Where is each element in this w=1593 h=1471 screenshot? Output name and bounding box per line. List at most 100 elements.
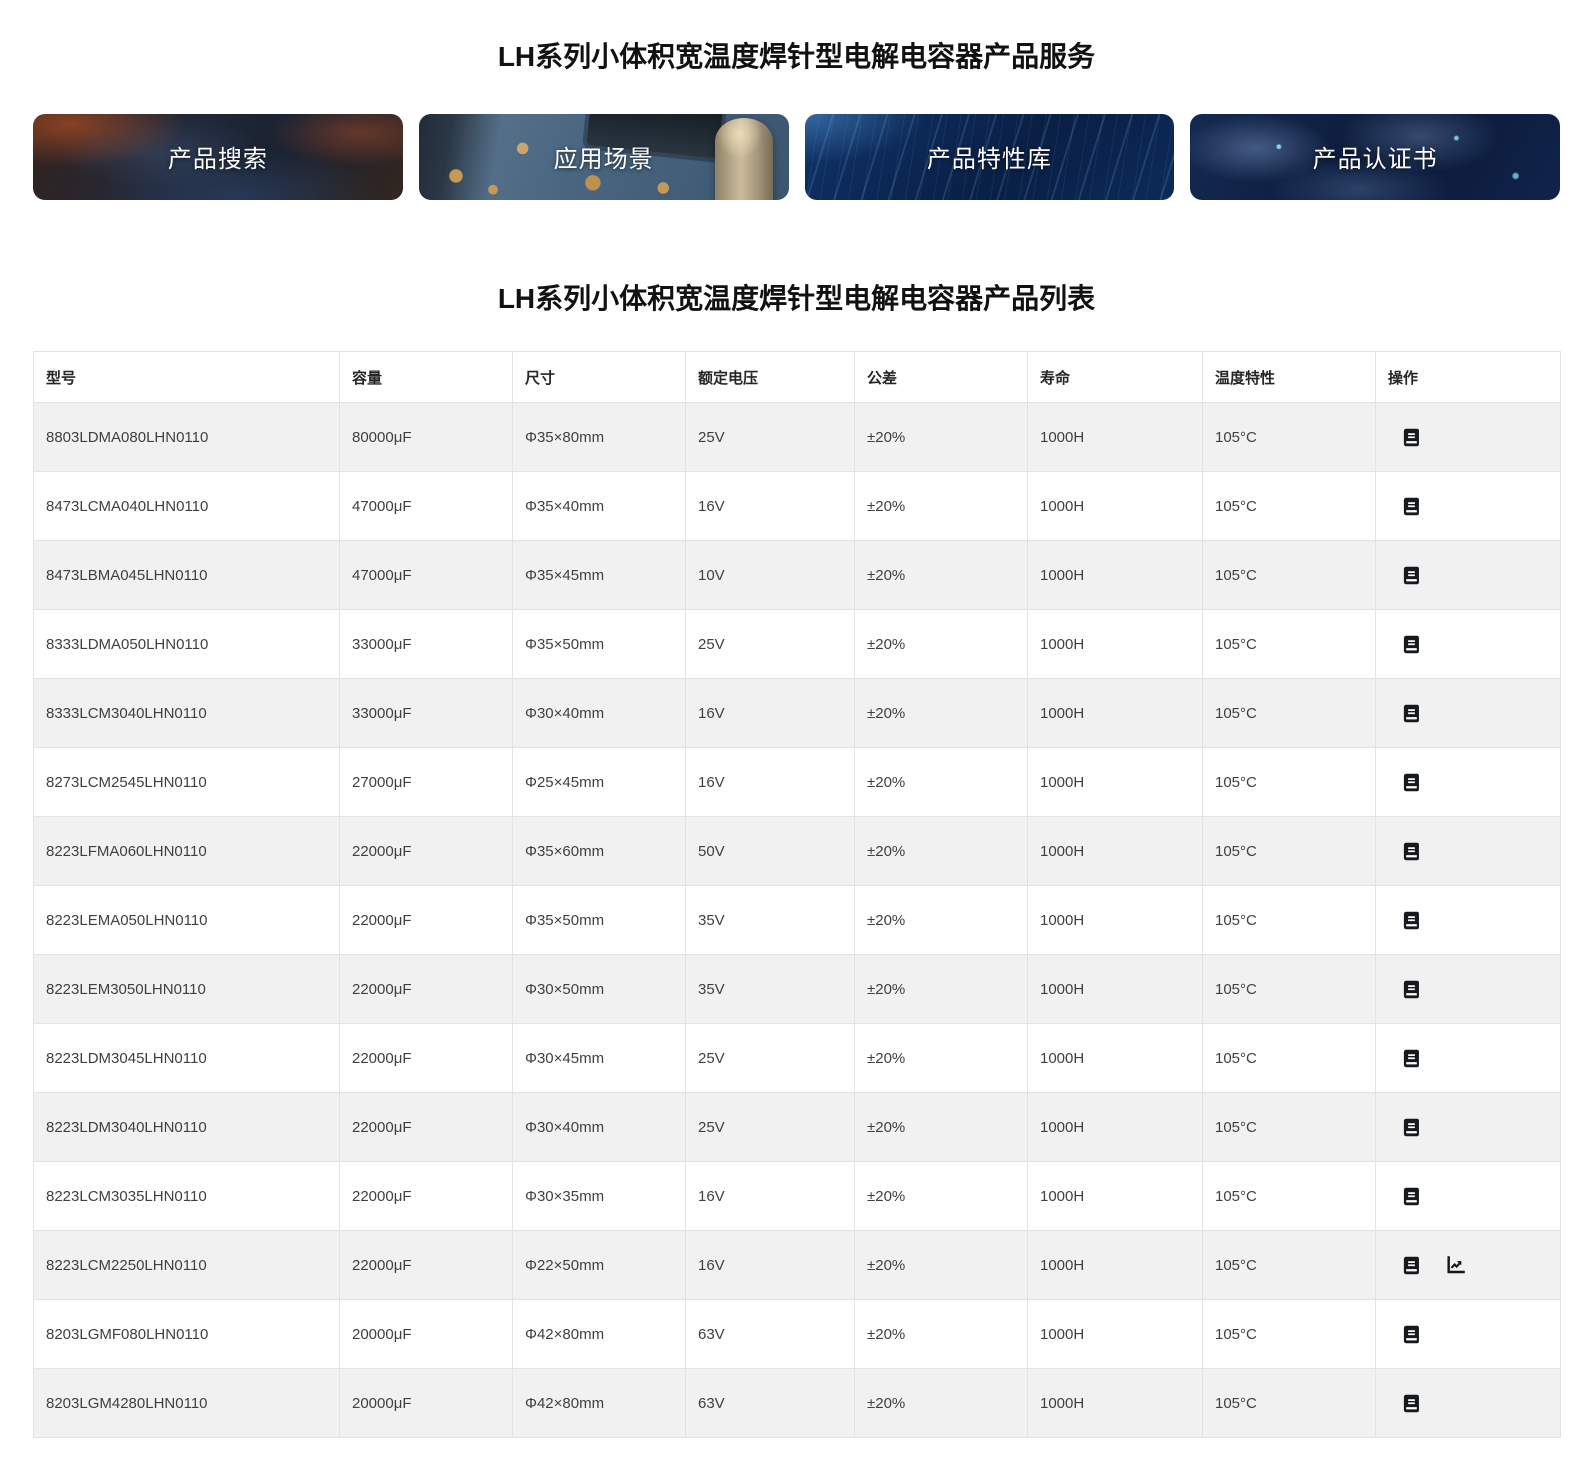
tolerance-cell: ±20% xyxy=(855,1231,1028,1300)
col-header-rated-voltage: 额定电压 xyxy=(686,352,855,403)
size-cell: Φ25×45mm xyxy=(513,748,686,817)
temperature-cell: 105°C xyxy=(1203,1093,1376,1162)
datasheet-book-icon[interactable] xyxy=(1400,1185,1422,1207)
rated-voltage-cell: 16V xyxy=(686,679,855,748)
actions-cell xyxy=(1376,403,1561,472)
product-row: 8223LEMA050LHN0110 22000μF Φ35×50mm 35V … xyxy=(34,886,1561,955)
capacity-cell: 20000μF xyxy=(340,1369,513,1438)
product-list-title: LH系列小体积宽温度焊针型电解电容器产品列表 xyxy=(0,282,1593,316)
actions-cell xyxy=(1376,472,1561,541)
nav-card-product-search-label: 产品搜索 xyxy=(168,139,268,174)
datasheet-book-icon[interactable] xyxy=(1400,1047,1422,1069)
service-page-title: LH系列小体积宽温度焊针型电解电容器产品服务 xyxy=(0,40,1593,74)
actions-cell xyxy=(1376,1369,1561,1438)
size-cell: Φ30×40mm xyxy=(513,679,686,748)
tolerance-cell: ±20% xyxy=(855,403,1028,472)
temperature-cell: 105°C xyxy=(1203,817,1376,886)
lifetime-cell: 1000H xyxy=(1028,1300,1203,1369)
product-row: 8223LEM3050LHN0110 22000μF Φ30×50mm 35V … xyxy=(34,955,1561,1024)
temperature-cell: 105°C xyxy=(1203,1024,1376,1093)
temperature-cell: 105°C xyxy=(1203,1162,1376,1231)
datasheet-book-icon[interactable] xyxy=(1400,633,1422,655)
lifetime-cell: 1000H xyxy=(1028,1093,1203,1162)
nav-card-product-certificates[interactable]: 产品认证书 xyxy=(1190,114,1560,200)
size-cell: Φ35×45mm xyxy=(513,541,686,610)
rated-voltage-cell: 16V xyxy=(686,748,855,817)
model-cell: 8473LBMA045LHN0110 xyxy=(34,541,340,610)
datasheet-book-icon[interactable] xyxy=(1400,1116,1422,1138)
rated-voltage-cell: 25V xyxy=(686,1024,855,1093)
product-row: 8203LGMF080LHN0110 20000μF Φ42×80mm 63V … xyxy=(34,1300,1561,1369)
datasheet-book-icon[interactable] xyxy=(1400,978,1422,1000)
col-header-size: 尺寸 xyxy=(513,352,686,403)
capacity-cell: 22000μF xyxy=(340,1162,513,1231)
lifetime-cell: 1000H xyxy=(1028,472,1203,541)
datasheet-book-icon[interactable] xyxy=(1400,426,1422,448)
datasheet-book-icon[interactable] xyxy=(1400,495,1422,517)
product-row: 8223LDM3045LHN0110 22000μF Φ30×45mm 25V … xyxy=(34,1024,1561,1093)
tolerance-cell: ±20% xyxy=(855,955,1028,1024)
capacity-cell: 22000μF xyxy=(340,886,513,955)
datasheet-book-icon[interactable] xyxy=(1400,1254,1422,1276)
tolerance-cell: ±20% xyxy=(855,1162,1028,1231)
actions-cell xyxy=(1376,1300,1561,1369)
datasheet-book-icon[interactable] xyxy=(1400,564,1422,586)
capacity-cell: 22000μF xyxy=(340,1093,513,1162)
product-row: 8223LDM3040LHN0110 22000μF Φ30×40mm 25V … xyxy=(34,1093,1561,1162)
rated-voltage-cell: 25V xyxy=(686,403,855,472)
product-row: 8223LCM2250LHN0110 22000μF Φ22×50mm 16V … xyxy=(34,1231,1561,1300)
datasheet-book-icon[interactable] xyxy=(1400,1323,1422,1345)
lifetime-cell: 1000H xyxy=(1028,1162,1203,1231)
product-row: 8473LBMA045LHN0110 47000μF Φ35×45mm 10V … xyxy=(34,541,1561,610)
actions-cell xyxy=(1376,679,1561,748)
col-header-lifetime: 寿命 xyxy=(1028,352,1203,403)
tolerance-cell: ±20% xyxy=(855,1300,1028,1369)
nav-card-row: 产品搜索 应用场景 产品特性库 产品认证书 xyxy=(33,114,1560,200)
datasheet-book-icon[interactable] xyxy=(1400,771,1422,793)
datasheet-book-icon[interactable] xyxy=(1400,702,1422,724)
actions-cell xyxy=(1376,748,1561,817)
lifetime-cell: 1000H xyxy=(1028,1231,1203,1300)
actions-cell xyxy=(1376,955,1561,1024)
nav-card-product-search[interactable]: 产品搜索 xyxy=(33,114,403,200)
product-row: 8333LCM3040LHN0110 33000μF Φ30×40mm 16V … xyxy=(34,679,1561,748)
rated-voltage-cell: 25V xyxy=(686,610,855,679)
lifetime-cell: 1000H xyxy=(1028,886,1203,955)
model-cell: 8333LDMA050LHN0110 xyxy=(34,610,340,679)
datasheet-book-icon[interactable] xyxy=(1400,1392,1422,1414)
actions-cell xyxy=(1376,817,1561,886)
temperature-cell: 105°C xyxy=(1203,748,1376,817)
col-header-actions: 操作 xyxy=(1376,352,1561,403)
model-cell: 8223LCM2250LHN0110 xyxy=(34,1231,340,1300)
nav-card-application-scenarios-label: 应用场景 xyxy=(554,139,654,174)
actions-cell xyxy=(1376,1093,1561,1162)
nav-card-application-scenarios[interactable]: 应用场景 xyxy=(419,114,789,200)
capacity-cell: 33000μF xyxy=(340,610,513,679)
rated-voltage-cell: 16V xyxy=(686,1231,855,1300)
lifetime-cell: 1000H xyxy=(1028,1369,1203,1438)
lifetime-cell: 1000H xyxy=(1028,403,1203,472)
model-cell: 8333LCM3040LHN0110 xyxy=(34,679,340,748)
performance-trend-chart-icon[interactable] xyxy=(1444,1254,1466,1276)
tolerance-cell: ±20% xyxy=(855,472,1028,541)
tolerance-cell: ±20% xyxy=(855,748,1028,817)
product-row: 8223LFMA060LHN0110 22000μF Φ35×60mm 50V … xyxy=(34,817,1561,886)
rated-voltage-cell: 63V xyxy=(686,1300,855,1369)
size-cell: Φ42×80mm xyxy=(513,1369,686,1438)
temperature-cell: 105°C xyxy=(1203,886,1376,955)
rated-voltage-cell: 35V xyxy=(686,886,855,955)
lifetime-cell: 1000H xyxy=(1028,817,1203,886)
lifetime-cell: 1000H xyxy=(1028,610,1203,679)
nav-card-product-characteristics[interactable]: 产品特性库 xyxy=(805,114,1175,200)
capacity-cell: 22000μF xyxy=(340,1024,513,1093)
tolerance-cell: ±20% xyxy=(855,817,1028,886)
temperature-cell: 105°C xyxy=(1203,1231,1376,1300)
col-header-temperature: 温度特性 xyxy=(1203,352,1376,403)
datasheet-book-icon[interactable] xyxy=(1400,909,1422,931)
capacity-cell: 20000μF xyxy=(340,1300,513,1369)
capacity-cell: 33000μF xyxy=(340,679,513,748)
size-cell: Φ30×45mm xyxy=(513,1024,686,1093)
datasheet-book-icon[interactable] xyxy=(1400,840,1422,862)
product-row: 8333LDMA050LHN0110 33000μF Φ35×50mm 25V … xyxy=(34,610,1561,679)
lifetime-cell: 1000H xyxy=(1028,1024,1203,1093)
